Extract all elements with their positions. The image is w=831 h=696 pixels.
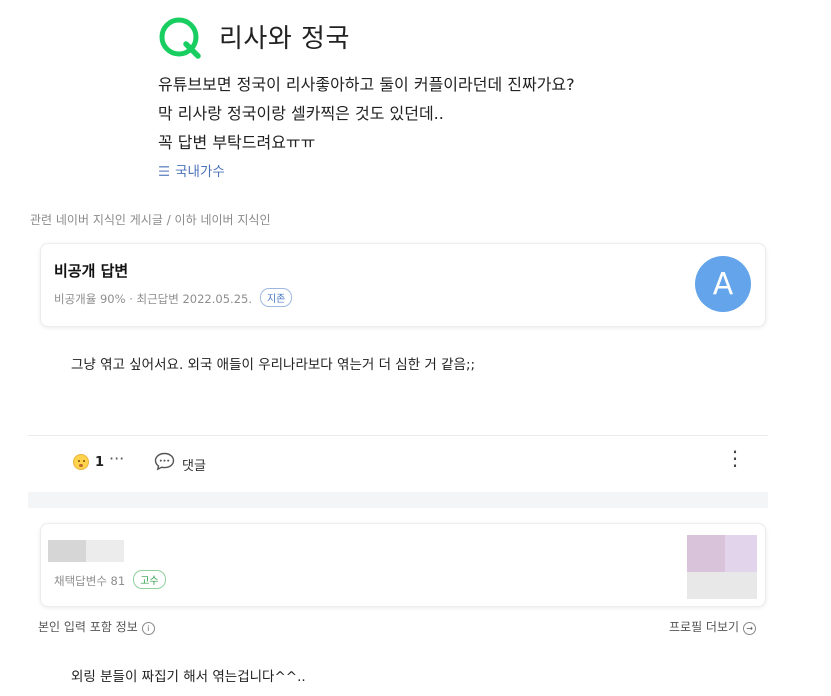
avatar[interactable]: A (695, 256, 751, 312)
comment-icon[interactable] (154, 452, 175, 471)
answer-author-card[interactable]: 비공개 답변 비공개율 90% · 최근답변 2022.05.25. 지존 A (40, 243, 766, 327)
more-menu-icon[interactable]: ⋮ (725, 448, 745, 468)
question-line: 막 리사랑 정국이랑 셀카찍은 것도 있던데.. (158, 104, 444, 123)
author-meta: 비공개율 90% · 최근답변 2022.05.25. 지존 (54, 288, 293, 307)
blurred-author-name (48, 540, 124, 562)
author-name: 비공개 답변 (54, 262, 129, 280)
self-reported-info[interactable]: 본인 입력 포함 정보 i (38, 618, 155, 635)
answer-author-card[interactable]: 채택답변수 81 고수 (40, 523, 766, 607)
question-title: 리사와 정국 (219, 24, 350, 54)
info-icon[interactable]: i (141, 622, 155, 635)
reaction-more-button[interactable]: ··· (109, 449, 124, 468)
rank-badge: 지존 (259, 288, 293, 307)
question-line: 유튜브보면 정국이 리사좋아하고 둘이 커플이라던데 진짜가요? (158, 75, 575, 94)
profile-more-link[interactable]: 프로필 더보기 → (669, 618, 757, 635)
section-separator (28, 492, 768, 508)
rank-badge: 고수 (133, 570, 166, 589)
profile-more-label: 프로필 더보기 (669, 620, 740, 634)
comment-button[interactable]: 댓글 (182, 455, 206, 474)
author-meta: 채택답변수 81 고수 (54, 570, 166, 589)
author-stats: 비공개율 90% · 최근답변 2022.05.25. (54, 292, 252, 306)
category-link[interactable]: ☰ 국내가수 (158, 160, 225, 180)
category-label: 국내가수 (175, 164, 225, 180)
reaction-emoji-icon[interactable] (73, 454, 89, 470)
blurred-avatar[interactable] (687, 535, 757, 599)
question-line: 꼭 답변 부탁드려요ㅠㅠ (158, 133, 316, 152)
list-icon: ☰ (158, 164, 171, 180)
related-caption: 관련 네이버 지식인 게시글 / 이하 네이버 지식인 (30, 213, 271, 227)
self-reported-info-label: 본인 입력 포함 정보 (38, 620, 138, 634)
reaction-count[interactable]: 1 (95, 455, 104, 470)
question-body: 유튜브보면 정국이 리사좋아하고 둘이 커플이라던데 진짜가요? 막 리사랑 정… (158, 70, 575, 157)
arrow-right-icon: → (743, 622, 757, 635)
answer-actions: 1 ··· 댓글 ⋮ (28, 436, 768, 492)
answer-text: 그냥 엮고 싶어서요. 외국 애들이 우리나라보다 엮는거 더 심한 거 같음;… (71, 357, 476, 373)
answer-text: 외링 분들이 짜집기 해서 엮는겁니다^^.. (71, 669, 306, 685)
adopted-answers-count: 채택답변수 81 (54, 574, 126, 588)
q-logo-icon (159, 17, 201, 59)
